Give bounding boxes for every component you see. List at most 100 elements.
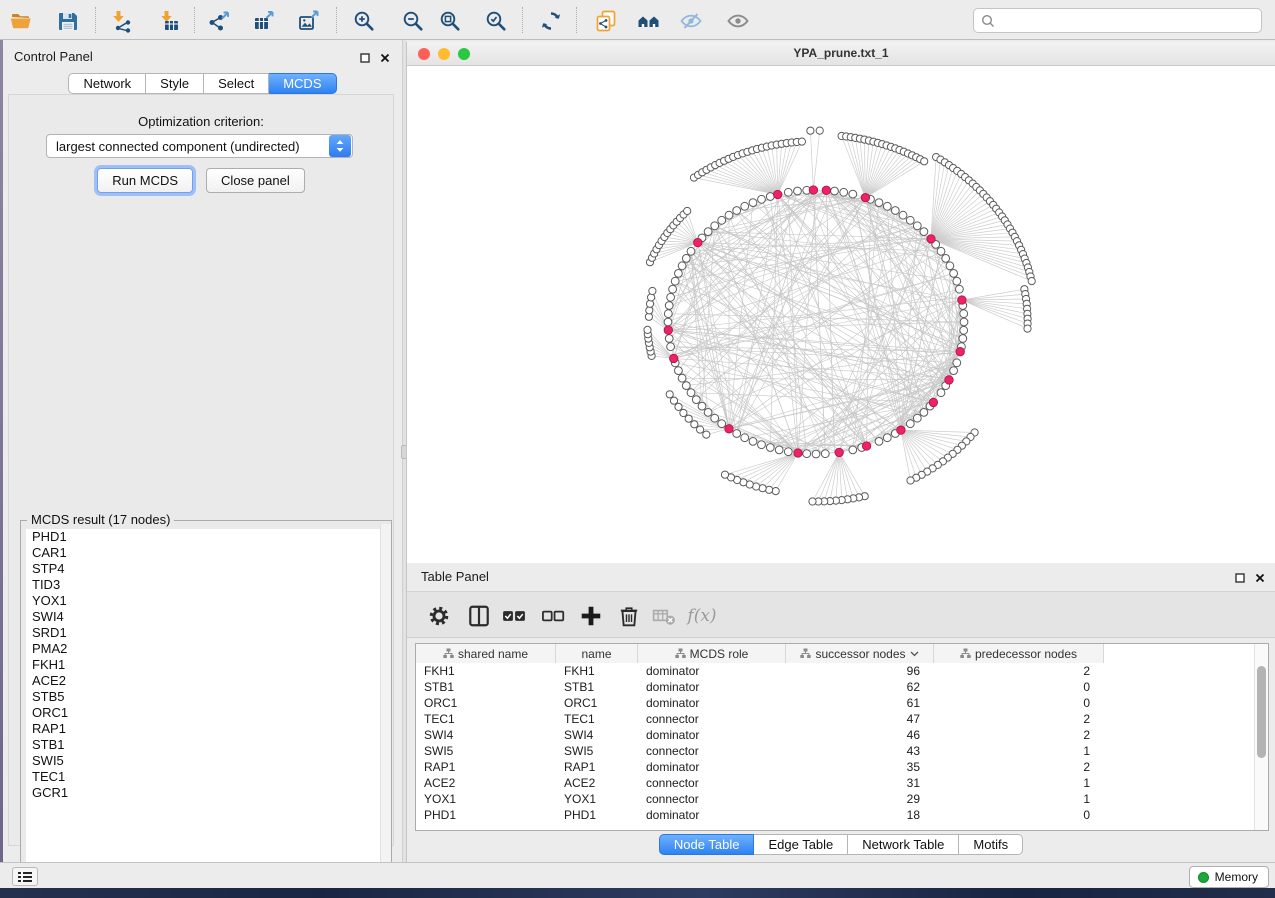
network-node[interactable] <box>675 367 683 375</box>
network-window-titlebar[interactable]: YPA_prune.txt_1 <box>407 42 1275 66</box>
mcds-result-item[interactable]: SRD1 <box>26 625 386 641</box>
run-mcds-button[interactable]: Run MCDS <box>97 168 193 193</box>
table-vertical-scrollbar[interactable] <box>1254 644 1268 830</box>
column-header-predecessor-nodes[interactable]: predecessor nodes <box>934 644 1104 663</box>
show-columns-button[interactable] <box>467 604 491 628</box>
tab-style[interactable]: Style <box>146 73 204 94</box>
mcds-result-item[interactable]: YOX1 <box>26 593 386 609</box>
close-panel-icon[interactable] <box>1255 570 1265 588</box>
tab-network-table[interactable]: Network Table <box>848 834 959 855</box>
network-node[interactable] <box>798 138 805 145</box>
network-node-dominator[interactable] <box>835 448 843 456</box>
criterion-select[interactable]: largest connected component (undirected) <box>46 134 353 158</box>
refresh-button[interactable] <box>538 8 564 34</box>
table-row[interactable]: ORC1ORC1dominator610 <box>416 695 1254 711</box>
network-node-dominator[interactable] <box>862 442 870 450</box>
hide-selected-button[interactable] <box>678 8 704 34</box>
network-node[interactable] <box>803 450 811 458</box>
network-node[interactable] <box>812 450 820 458</box>
network-node-dominator[interactable] <box>929 398 937 406</box>
network-node[interactable] <box>784 448 792 456</box>
float-panel-icon[interactable] <box>1235 570 1245 588</box>
network-node-dominator[interactable] <box>670 354 678 362</box>
network-node[interactable] <box>775 446 783 454</box>
network-node[interactable] <box>741 434 749 442</box>
network-node[interactable] <box>667 293 675 301</box>
network-node[interactable] <box>685 415 692 422</box>
network-node[interactable] <box>849 446 857 454</box>
network-node[interactable] <box>670 397 677 404</box>
network-node[interactable] <box>960 310 968 318</box>
network-node[interactable] <box>758 441 766 449</box>
network-node[interactable] <box>698 402 706 410</box>
table-row[interactable]: PHD1PHD1dominator180 <box>416 807 1254 823</box>
network-node[interactable] <box>697 426 704 433</box>
network-node[interactable] <box>1028 278 1035 285</box>
network-node[interactable] <box>664 318 672 326</box>
mcds-result-item[interactable]: PHD1 <box>26 529 386 545</box>
table-row[interactable]: SWI4SWI4dominator462 <box>416 727 1254 743</box>
deselect-all-button[interactable] <box>541 604 565 628</box>
network-node[interactable] <box>733 207 741 215</box>
network-node-dominator[interactable] <box>945 376 953 384</box>
export-network-button[interactable] <box>206 8 232 34</box>
network-node-dominator[interactable] <box>958 296 966 304</box>
network-node[interactable] <box>682 382 690 390</box>
save-session-button[interactable] <box>55 8 81 34</box>
network-node[interactable] <box>669 285 677 293</box>
network-node[interactable] <box>959 335 967 343</box>
tab-node-table[interactable]: Node Table <box>659 834 755 855</box>
network-node[interactable] <box>937 389 945 397</box>
network-canvas-svg[interactable] <box>407 66 1275 563</box>
network-node[interactable] <box>960 326 968 334</box>
close-panel-button[interactable]: Close panel <box>206 168 305 193</box>
mcds-result-item[interactable]: FKH1 <box>26 657 386 673</box>
network-node[interactable] <box>946 262 954 270</box>
mcds-result-item[interactable]: ACE2 <box>26 673 386 689</box>
table-row[interactable]: FKH1FKH1dominator962 <box>416 663 1254 679</box>
mcds-result-item[interactable]: TEC1 <box>26 769 386 785</box>
mcds-result-item[interactable]: STP4 <box>26 561 386 577</box>
mcds-result-item[interactable]: STB5 <box>26 689 386 705</box>
mcds-result-item[interactable]: CAR1 <box>26 545 386 561</box>
network-node[interactable] <box>703 431 710 438</box>
mcds-result-list[interactable]: PHD1CAR1STP4TID3YOX1SWI4SRD1PMA2FKH1ACE2… <box>26 529 386 886</box>
tab-motifs[interactable]: Motifs <box>959 834 1023 855</box>
network-node[interactable] <box>691 421 698 428</box>
network-node[interactable] <box>666 391 673 398</box>
network-node-dominator[interactable] <box>809 186 817 194</box>
network-node[interactable] <box>644 326 651 333</box>
tab-edge-table[interactable]: Edge Table <box>754 834 848 855</box>
mcds-list-scrollbar[interactable] <box>380 524 391 891</box>
network-node[interactable] <box>875 199 883 207</box>
network-node[interactable] <box>953 359 961 367</box>
network-node[interactable] <box>682 255 690 263</box>
network-node-dominator[interactable] <box>725 425 733 433</box>
network-node[interactable] <box>807 127 814 134</box>
network-node[interactable] <box>725 211 733 219</box>
network-node[interactable] <box>704 409 712 417</box>
float-panel-icon[interactable] <box>360 50 370 68</box>
network-node[interactable] <box>741 202 749 210</box>
network-node[interactable] <box>891 207 899 215</box>
network-node[interactable] <box>937 247 945 255</box>
network-node-dominator[interactable] <box>794 449 802 457</box>
tab-network[interactable]: Network <box>68 73 146 94</box>
table-row[interactable]: SWI5SWI5connector431 <box>416 743 1254 759</box>
task-history-button[interactable] <box>12 867 38 886</box>
network-node[interactable] <box>758 195 766 203</box>
network-node[interactable] <box>678 374 686 382</box>
network-node[interactable] <box>816 127 823 134</box>
network-node[interactable] <box>1024 325 1031 332</box>
zoom-fit-button[interactable] <box>437 8 463 34</box>
network-node[interactable] <box>667 343 675 351</box>
network-node[interactable] <box>950 367 958 375</box>
network-node-dominator[interactable] <box>774 190 782 198</box>
delete-table-button[interactable] <box>652 604 676 628</box>
table-row[interactable]: ACE2ACE2connector311 <box>416 775 1254 791</box>
network-node[interactable] <box>718 216 726 224</box>
mcds-result-item[interactable]: SWI5 <box>26 753 386 769</box>
open-session-button[interactable] <box>8 8 34 34</box>
column-header-name[interactable]: name <box>556 644 638 663</box>
tab-mcds[interactable]: MCDS <box>269 73 336 94</box>
